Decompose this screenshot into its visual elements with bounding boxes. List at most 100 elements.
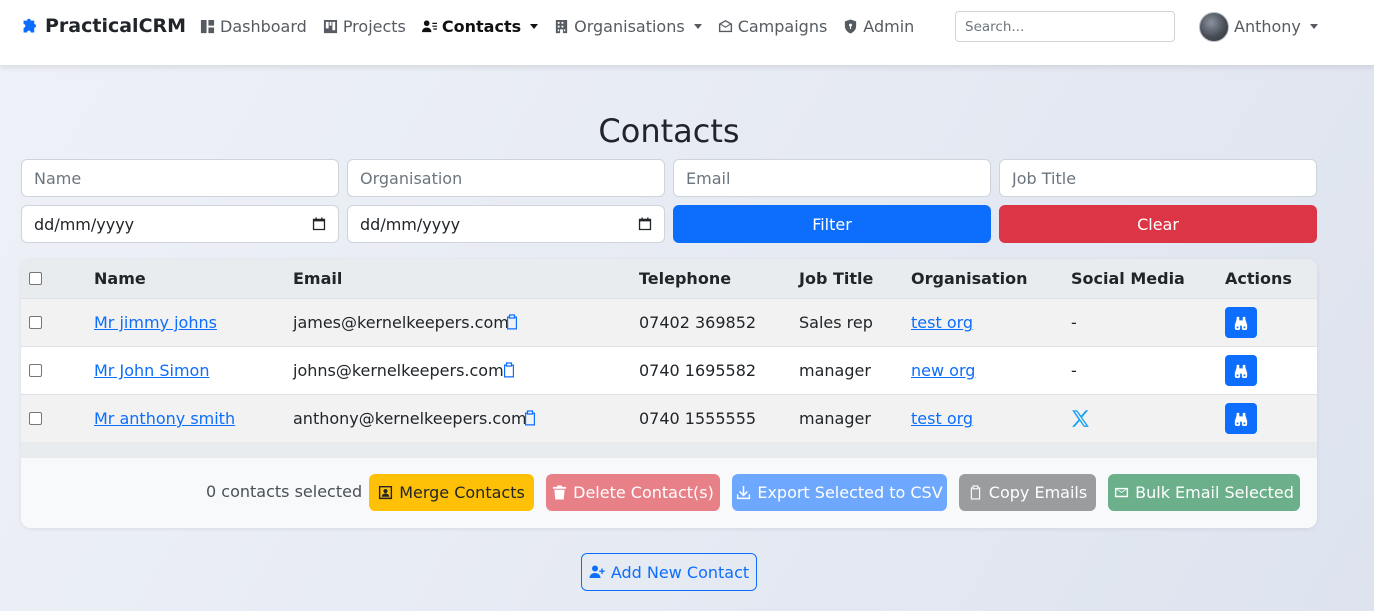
- brand-logo[interactable]: PracticalCRM: [20, 13, 186, 39]
- nav-contacts-label: Contacts: [441, 16, 522, 36]
- nav-dashboard-label: Dashboard: [220, 16, 307, 36]
- nav-campaigns[interactable]: Campaigns: [718, 14, 828, 38]
- merge-contacts-label: Merge Contacts: [399, 483, 525, 502]
- contact-name-link[interactable]: Mr jimmy johns: [94, 313, 217, 332]
- contact-social: -: [1071, 361, 1077, 380]
- bulk-email-button[interactable]: Bulk Email Selected: [1108, 474, 1300, 511]
- organisation-link[interactable]: test org: [911, 409, 973, 428]
- trash-icon: [553, 485, 567, 500]
- organisation-filter-input[interactable]: [347, 159, 665, 197]
- person-plus-icon: [589, 565, 605, 578]
- puzzle-icon: [23, 18, 37, 32]
- x-icon[interactable]: [1071, 409, 1090, 428]
- view-contact-button[interactable]: [1225, 403, 1257, 434]
- row-checkbox[interactable]: [29, 316, 42, 329]
- binoculars-icon: [1234, 364, 1248, 378]
- selected-count: 0 contacts selected: [206, 482, 363, 501]
- date-from-value: dd/mm/yyyy: [34, 214, 135, 234]
- add-contact-label: Add New Contact: [610, 562, 750, 582]
- chevron-down-icon: [530, 23, 539, 29]
- table-row: Mr John Simon johns@kernelkeepers.com 07…: [21, 346, 1317, 394]
- dashboard-icon: [200, 19, 215, 33]
- main-nav: Dashboard Projects Contacts Organisation…: [200, 14, 930, 38]
- row-checkbox[interactable]: [29, 412, 42, 425]
- merge-contacts-button[interactable]: Merge Contacts: [369, 474, 534, 511]
- brand-name: PracticalCRM: [45, 15, 187, 37]
- select-all-checkbox[interactable]: [29, 272, 42, 285]
- row-checkbox[interactable]: [29, 364, 42, 377]
- clipboard-icon[interactable]: [523, 410, 537, 426]
- contact-organisation-cell: test org: [911, 313, 973, 332]
- bulk-actions-bar: 0 contacts selected Merge Contacts Delet…: [21, 458, 1317, 528]
- header-social-media: Social Media: [1071, 269, 1185, 288]
- search-input[interactable]: [955, 11, 1175, 42]
- contacts-icon: [421, 19, 437, 32]
- nav-dashboard[interactable]: Dashboard: [200, 14, 307, 38]
- table-row: Mr jimmy johns james@kernelkeepers.com 0…: [21, 298, 1317, 346]
- copy-emails-button[interactable]: Copy Emails: [959, 474, 1096, 511]
- nav-projects[interactable]: Projects: [323, 14, 406, 38]
- view-contact-button[interactable]: [1225, 307, 1257, 338]
- nav-admin[interactable]: Admin: [843, 14, 914, 38]
- add-contact-button[interactable]: Add New Contact: [581, 553, 757, 591]
- contact-email: anthony@kernelkeepers.com: [293, 409, 527, 428]
- contact-organisation-cell: test org: [911, 409, 973, 428]
- nav-contacts[interactable]: Contacts: [421, 14, 539, 38]
- nav-organisations-label: Organisations: [574, 16, 685, 36]
- chevron-down-icon: [1309, 24, 1318, 29]
- nav-campaigns-label: Campaigns: [737, 16, 828, 36]
- envelope-icon: [718, 19, 732, 32]
- merge-icon: [379, 485, 393, 500]
- envelope-icon: [1115, 487, 1129, 498]
- calendar-icon[interactable]: [312, 217, 326, 231]
- horizontal-scrollbar[interactable]: [21, 442, 1317, 458]
- contact-social: -: [1071, 313, 1077, 332]
- contact-job-title: Sales rep: [799, 313, 873, 332]
- contact-telephone: 0740 1555555: [639, 409, 757, 428]
- clipboard-icon: [970, 485, 980, 500]
- contact-job-title: manager: [799, 409, 871, 428]
- calendar-icon[interactable]: [638, 217, 652, 231]
- contact-email: james@kernelkeepers.com: [293, 313, 509, 332]
- delete-contacts-button[interactable]: Delete Contact(s): [546, 474, 720, 511]
- copy-emails-label: Copy Emails: [988, 483, 1088, 502]
- name-filter-input[interactable]: [21, 159, 339, 197]
- date-to-input[interactable]: dd/mm/yyyy: [347, 205, 665, 243]
- export-csv-label: Export Selected to CSV: [757, 483, 943, 502]
- email-filter-input[interactable]: [673, 159, 991, 197]
- filter-button[interactable]: Filter: [673, 205, 991, 243]
- page-title: Contacts: [598, 112, 740, 150]
- shield-icon: [845, 18, 857, 34]
- header-actions: Actions: [1225, 269, 1292, 288]
- contact-organisation-cell: new org: [911, 361, 975, 380]
- chevron-down-icon: [693, 23, 702, 29]
- view-contact-button[interactable]: [1225, 355, 1257, 386]
- organisation-link[interactable]: test org: [911, 313, 973, 332]
- date-from-input[interactable]: dd/mm/yyyy: [21, 205, 339, 243]
- contact-telephone: 07402 369852: [639, 313, 757, 332]
- contact-name-link[interactable]: Mr John Simon: [94, 361, 209, 380]
- contact-email: johns@kernelkeepers.com: [293, 361, 504, 380]
- clear-button[interactable]: Clear: [999, 205, 1317, 243]
- table-row: Mr anthony smith anthony@kernelkeepers.c…: [21, 394, 1317, 442]
- contact-telephone: 0740 1695582: [639, 361, 757, 380]
- clipboard-icon[interactable]: [505, 314, 519, 330]
- delete-contacts-label: Delete Contact(s): [573, 483, 714, 502]
- contact-name-link[interactable]: Mr anthony smith: [94, 409, 235, 428]
- clipboard-icon[interactable]: [502, 362, 516, 378]
- binoculars-icon: [1234, 316, 1248, 330]
- bulk-email-label: Bulk Email Selected: [1135, 483, 1294, 502]
- header-job-title: Job Title: [799, 269, 874, 288]
- export-csv-button[interactable]: Export Selected to CSV: [732, 474, 947, 511]
- header-email: Email: [293, 269, 343, 288]
- date-to-value: dd/mm/yyyy: [360, 214, 461, 234]
- top-navbar: PracticalCRM Dashboard Projects Contacts…: [0, 0, 1374, 65]
- organisation-link[interactable]: new org: [911, 361, 975, 380]
- nav-organisations[interactable]: Organisations: [554, 14, 702, 38]
- user-menu[interactable]: Anthony: [1199, 11, 1318, 42]
- header-name: Name: [94, 269, 146, 288]
- table-header: Name Email Telephone Job Title Organisat…: [21, 259, 1317, 298]
- kanban-icon: [323, 19, 337, 33]
- nav-admin-label: Admin: [863, 16, 915, 36]
- job-title-filter-input[interactable]: [999, 159, 1317, 197]
